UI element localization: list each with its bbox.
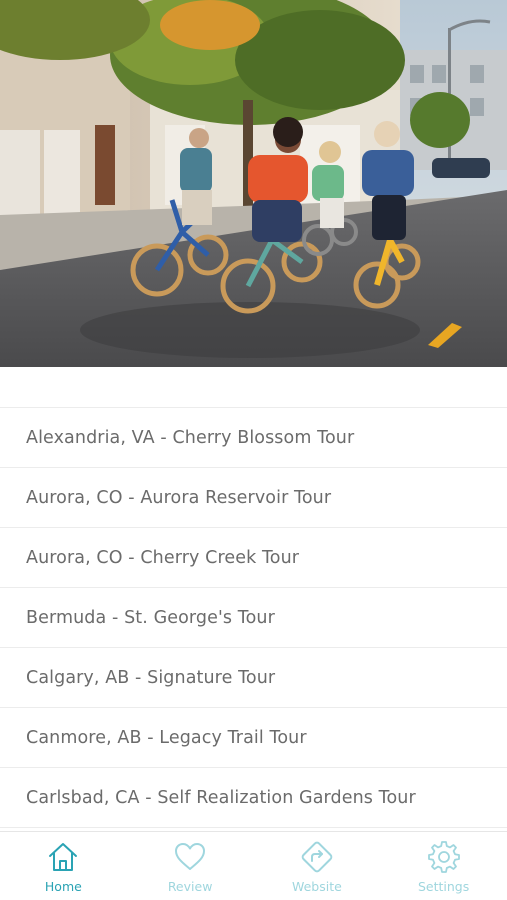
- hero-photo: [0, 0, 507, 367]
- gear-icon: [427, 841, 460, 873]
- list-item[interactable]: Aurora, CO - Cherry Creek Tour: [0, 528, 507, 588]
- list-item-label: Carlsbad, CA - Self Realization Gardens …: [26, 787, 416, 808]
- list-item[interactable]: Bermuda - St. George's Tour: [0, 588, 507, 648]
- list-item[interactable]: Alexandria, VA - Cherry Blossom Tour: [0, 408, 507, 468]
- share-arrow-icon: [301, 841, 333, 873]
- list-item-label: Bermuda - St. George's Tour: [26, 607, 275, 628]
- tab-review-label: Review: [167, 879, 213, 894]
- tab-website-label: Website: [291, 879, 342, 894]
- heart-icon: [175, 843, 206, 870]
- tour-list: Alexandria, VA - Cherry Blossom Tour Aur…: [0, 407, 507, 832]
- list-item-label: Alexandria, VA - Cherry Blossom Tour: [26, 427, 355, 448]
- home-icon: [49, 843, 78, 871]
- tab-home-label: Home: [44, 879, 82, 894]
- list-item[interactable]: Carlsbad, CA - Self Realization Gardens …: [0, 768, 507, 828]
- list-item[interactable]: Aurora, CO - Aurora Reservoir Tour: [0, 468, 507, 528]
- list-item-label: Aurora, CO - Aurora Reservoir Tour: [26, 487, 332, 508]
- list-item-label: Calgary, AB - Signature Tour: [26, 667, 276, 688]
- tab-settings-label: Settings: [417, 879, 470, 894]
- tab-review[interactable]: Review: [127, 832, 254, 900]
- tab-website[interactable]: Website: [254, 832, 381, 900]
- tab-settings[interactable]: Settings: [380, 832, 507, 900]
- app-screen: Alexandria, VA - Cherry Blossom Tour Aur…: [0, 0, 507, 900]
- list-item[interactable]: Calgary, AB - Signature Tour: [0, 648, 507, 708]
- tab-home[interactable]: Home: [0, 832, 127, 900]
- bottom-tab-bar: Home Review Website Settings: [0, 831, 507, 900]
- list-item-label: Canmore, AB - Legacy Trail Tour: [26, 727, 307, 748]
- list-item[interactable]: Canmore, AB - Legacy Trail Tour: [0, 708, 507, 768]
- list-item-label: Aurora, CO - Cherry Creek Tour: [26, 547, 300, 568]
- bike-riders-image: [0, 0, 507, 367]
